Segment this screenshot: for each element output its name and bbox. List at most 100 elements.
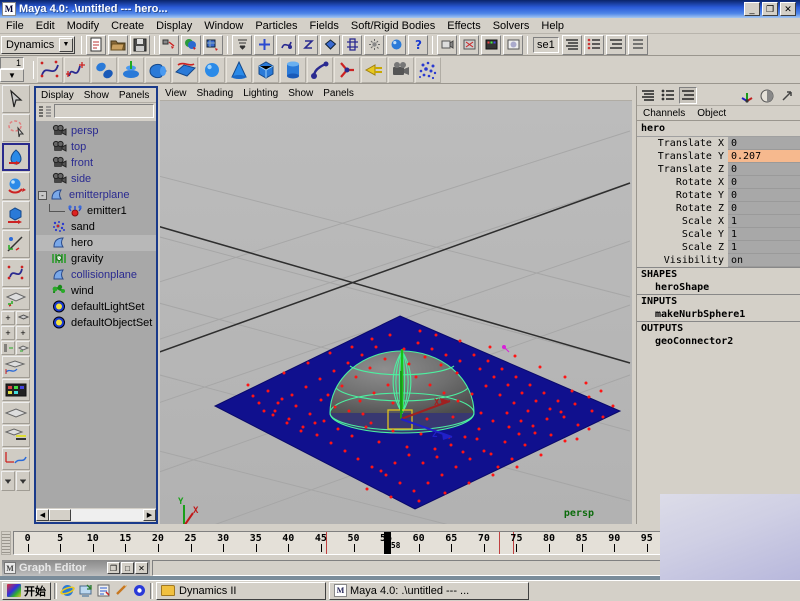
- pane-collapse-right-icon[interactable]: [16, 471, 30, 491]
- channel-row-rotate-z[interactable]: Rotate Z 0: [637, 202, 800, 215]
- channel-value[interactable]: 1: [728, 215, 800, 228]
- channel-input-node[interactable]: makeNurbSphere1: [637, 308, 800, 321]
- outliner-horizontal-scrollbar[interactable]: ◀ ▶: [36, 508, 156, 522]
- channel-value[interactable]: 0: [728, 202, 800, 215]
- channel-output-node[interactable]: geoConnector2: [637, 335, 800, 348]
- show-manip-icon-c[interactable]: [606, 35, 626, 55]
- channel-row-scale-z[interactable]: Scale Z 1: [637, 241, 800, 254]
- time-slider-track[interactable]: 58 0510152025303540455055606570758085909…: [13, 531, 694, 555]
- shelf-extrude-icon[interactable]: [145, 57, 171, 83]
- channel-box-list-icon[interactable]: [679, 87, 697, 104]
- outliner-item-top[interactable]: top: [36, 139, 156, 155]
- menu-modify[interactable]: Modify: [61, 19, 105, 33]
- shelf-loft-icon[interactable]: [118, 57, 144, 83]
- snap-to-last-icon[interactable]: [232, 35, 252, 55]
- outliner-item-wind[interactable]: wind: [36, 283, 156, 299]
- outliner-item-front[interactable]: front: [36, 155, 156, 171]
- channel-row-scale-y[interactable]: Scale Y 1: [637, 228, 800, 241]
- save-scene-icon[interactable]: [130, 35, 150, 55]
- show-manipulator-icon[interactable]: [738, 87, 756, 104]
- task-maya[interactable]: M Maya 4.0: .\untitled --- ...: [329, 582, 529, 600]
- shelf-tab-selector[interactable]: 1 ▼: [0, 57, 28, 83]
- quick-layout-four-view-icon[interactable]: +: [1, 311, 15, 325]
- snap-grid-icon[interactable]: [254, 35, 274, 55]
- shelf-joint-tool-icon[interactable]: [307, 57, 333, 83]
- channel-box-attr-icon[interactable]: [659, 87, 677, 104]
- menu-particles[interactable]: Particles: [249, 19, 303, 33]
- render-current-frame-icon[interactable]: [386, 35, 406, 55]
- arrow-left-icon[interactable]: ◀: [36, 509, 49, 521]
- shelf-revolve-icon[interactable]: [91, 57, 117, 83]
- outliner-tree[interactable]: persp top front: [36, 121, 156, 508]
- lasso-select-tool-icon[interactable]: [2, 114, 30, 142]
- chevron-down-icon[interactable]: ▼: [0, 69, 24, 82]
- batch-render-icon[interactable]: [481, 35, 501, 55]
- viewport-menu-view[interactable]: View: [160, 88, 192, 99]
- viewport-menu-shading[interactable]: Shading: [192, 88, 239, 99]
- show-desktop-icon[interactable]: [78, 583, 93, 598]
- outliner-item-hero[interactable]: hero: [36, 235, 156, 251]
- new-scene-icon[interactable]: [86, 35, 106, 55]
- channel-row-visibility[interactable]: Visibility on: [637, 254, 800, 267]
- menu-display[interactable]: Display: [150, 19, 198, 33]
- channel-row-translate-z[interactable]: Translate Z 0: [637, 163, 800, 176]
- menu-effects[interactable]: Effects: [441, 19, 486, 33]
- tab-object[interactable]: Object: [691, 108, 732, 119]
- shelf-planar-icon[interactable]: [172, 57, 198, 83]
- select-tool-icon[interactable]: [2, 85, 30, 113]
- restore-button[interactable]: ❐: [107, 562, 120, 574]
- shelf-curve-tool-icon[interactable]: [37, 57, 63, 83]
- outliner-item-persp[interactable]: persp: [36, 123, 156, 139]
- channel-row-rotate-y[interactable]: Rotate Y 0: [637, 189, 800, 202]
- scrollbar-thumb[interactable]: [49, 509, 71, 521]
- select-component-icon[interactable]: [203, 35, 223, 55]
- time-slider-grip[interactable]: [1, 531, 11, 555]
- close-button[interactable]: ✕: [135, 562, 148, 574]
- quick-layout-two-pane-icon[interactable]: +: [1, 326, 15, 340]
- outliner-item-sand[interactable]: sand: [36, 219, 156, 235]
- render-globals-icon[interactable]: [459, 35, 479, 55]
- show-manip-icon-a[interactable]: [562, 35, 582, 55]
- quick-layout-three-pane-icon[interactable]: +: [16, 326, 30, 340]
- channel-row-scale-x[interactable]: Scale X 1: [637, 215, 800, 228]
- shelf-tab-number[interactable]: 1: [0, 57, 24, 69]
- shelf-camera-icon[interactable]: [388, 57, 414, 83]
- outliner-item-emitterplane[interactable]: - emitterplane: [36, 187, 156, 203]
- channel-value[interactable]: 0: [728, 176, 800, 189]
- quick-layout-hypergraph-persp-icon[interactable]: [16, 341, 30, 355]
- outliner-menu-panels[interactable]: Panels: [114, 90, 155, 101]
- attribute-editor-icon[interactable]: [758, 87, 776, 104]
- channel-row-translate-x[interactable]: Translate X 0: [637, 137, 800, 150]
- snap-view-plane-icon[interactable]: [320, 35, 340, 55]
- outliner-search-input[interactable]: [54, 104, 154, 118]
- viewport-menu-show[interactable]: Show: [283, 88, 318, 99]
- quick-layout-four-persp-icon[interactable]: [2, 402, 30, 424]
- viewport-menu-lighting[interactable]: Lighting: [238, 88, 283, 99]
- outliner-item-emitter1[interactable]: emitter1: [36, 203, 156, 219]
- snap-curve-icon[interactable]: [276, 35, 296, 55]
- menu-solvers[interactable]: Solvers: [487, 19, 536, 33]
- quick-layout-outliner-persp-icon[interactable]: [1, 341, 15, 355]
- quick-layout-persp-graph-icon[interactable]: [2, 356, 30, 378]
- graph-editor-title-bar[interactable]: M Graph Editor ❐ □ ✕: [2, 560, 150, 576]
- quick-layout-outliner-icon[interactable]: [2, 425, 30, 447]
- channel-row-rotate-x[interactable]: Rotate X 0: [637, 176, 800, 189]
- shelf-nurbs-cone-icon[interactable]: [226, 57, 252, 83]
- outliner-menu-show[interactable]: Show: [79, 90, 114, 101]
- snap-live-icon[interactable]: [342, 35, 362, 55]
- menu-edit[interactable]: Edit: [30, 19, 61, 33]
- universal-manipulator-icon[interactable]: [2, 230, 30, 258]
- menu-window[interactable]: Window: [198, 19, 249, 33]
- messenger-icon[interactable]: [132, 583, 147, 598]
- channel-shape-node[interactable]: heroShape: [637, 281, 800, 294]
- media-player-icon[interactable]: [114, 583, 129, 598]
- arrow-right-icon[interactable]: ▶: [143, 509, 156, 521]
- menu-create[interactable]: Create: [105, 19, 150, 33]
- channel-value[interactable]: 0: [728, 189, 800, 202]
- channel-value[interactable]: on: [728, 254, 800, 267]
- expand-panel-icon[interactable]: [778, 87, 796, 104]
- select-by-name-field[interactable]: se1: [533, 37, 559, 53]
- shelf-nurbs-cylinder-icon[interactable]: [280, 57, 306, 83]
- scrollbar-track[interactable]: [49, 509, 143, 521]
- outliner-menu-display[interactable]: Display: [36, 90, 79, 101]
